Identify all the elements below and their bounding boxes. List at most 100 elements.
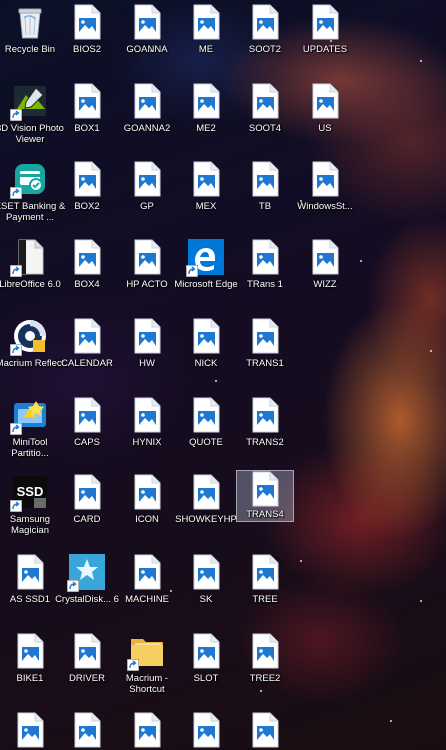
desktop-icon-macrium-shortcut[interactable]: Macrium - Shortcut [117,633,177,707]
desktop-icon-as-ssd1[interactable]: AS SSD1 [0,554,60,628]
desktop-icon-calendar[interactable]: CALENDAR [57,318,117,392]
desktop-icon-hynix[interactable]: HYNIX [117,397,177,471]
icon-label: WIZZ [313,279,337,290]
shortcut-arrow-icon [10,109,22,121]
desktop-icon-mex[interactable]: MEX [176,161,236,235]
wallpaper-star [420,600,422,602]
desktop-icon-goanna[interactable]: GOANNA [117,4,177,78]
edge-app-icon [186,239,224,277]
image-file-icon [69,397,105,433]
desktop-icon-minitool-partitio[interactable]: MiniTool Partitio... [0,397,60,471]
samsung-ssd-app-icon: SSD [10,474,48,512]
icon-label: TRANS4 [246,509,284,520]
desktop-icon-eset-banking-payment[interactable]: ESET Banking & Payment ... [0,161,65,235]
desktop-icon-box4[interactable]: BOX4 [57,239,117,313]
image-file-icon [69,633,105,669]
image-file-icon [12,712,48,748]
desktop-icon-hp-acto[interactable]: HP ACTO [117,239,177,313]
desktop-icon-untitled[interactable] [117,712,177,750]
image-file-icon [247,161,283,197]
image-file-icon [188,318,224,354]
desktop-icon-tb[interactable]: TB [235,161,295,235]
icon-label: UPDATES [302,44,348,55]
image-file-icon [129,554,165,590]
wallpaper-star [390,720,392,722]
desktop-icon-me2[interactable]: ME2 [176,83,236,157]
desktop-icon-hw[interactable]: HW [117,318,177,392]
desktop-icon-trans2[interactable]: TRANS2 [235,397,295,471]
desktop-icon-trans4[interactable]: TRANS4 [236,470,294,522]
desktop-icon-windowsst[interactable]: WindowsSt... [295,161,355,235]
desktop-icon-me[interactable]: ME [176,4,236,78]
wallpaper-star [360,260,362,262]
desktop-icon-recycle-bin[interactable]: Recycle Bin [0,4,60,78]
desktop-icon-box2[interactable]: BOX2 [57,161,117,235]
wallpaper-star [420,60,422,62]
desktop-icon-nick[interactable]: NICK [176,318,236,392]
wallpaper-star [300,560,302,562]
icon-label: TREE [252,594,278,605]
image-file-icon [69,4,105,40]
desktop-icon-tree[interactable]: TREE [235,554,295,628]
image-file-icon [129,4,165,40]
desktop-icon-macrium-reflect[interactable]: Macrium Reflect [0,318,64,392]
desktop-icon-goanna2[interactable]: GOANNA2 [117,83,177,157]
desktop-icon-machine[interactable]: MACHINE [117,554,177,628]
desktop-icon-sk[interactable]: SK [176,554,236,628]
desktop-icon-icon[interactable]: ICON [117,474,177,548]
desktop-icon-quote[interactable]: QUOTE [176,397,236,471]
image-file-icon [247,397,283,433]
image-file-icon [129,397,165,433]
desktop-icon-untitled[interactable] [57,712,117,750]
eset-app-icon [10,161,48,199]
desktop-icon-updates[interactable]: UPDATES [295,4,355,78]
desktop-icon-driver[interactable]: DRIVER [57,633,117,707]
desktop-icon-bike1[interactable]: BIKE1 [0,633,60,707]
desktop-icon-us[interactable]: US [295,83,355,157]
desktop-icon-untitled[interactable] [0,712,60,750]
image-file-icon [188,633,224,669]
desktop-icon-untitled[interactable] [235,712,295,750]
desktop-icon-soot2[interactable]: SOOT2 [235,4,295,78]
image-file-icon [129,161,165,197]
desktop-icon-card[interactable]: CARD [57,474,117,548]
desktop-icon-caps[interactable]: CAPS [57,397,117,471]
desktop-icon-3d-vision-photo-viewer[interactable]: 3D Vision Photo Viewer [0,83,64,157]
shortcut-arrow-icon [10,423,22,435]
desktop-icon-microsoft-edge[interactable]: Microsoft Edge [174,239,238,313]
image-file-icon [129,474,165,510]
image-file-icon [247,83,283,119]
image-file-icon [247,712,283,748]
image-file-icon [12,554,48,590]
shortcut-arrow-icon [67,580,79,592]
desktop-icon-slot[interactable]: SLOT [176,633,236,707]
image-file-icon [247,554,283,590]
image-file-icon [69,474,105,510]
image-file-icon [129,83,165,119]
desktop-icon-wizz[interactable]: WIZZ [295,239,355,313]
shortcut-arrow-icon [127,659,139,671]
desktop-icon-tree2[interactable]: TREE2 [235,633,295,707]
desktop-icon-showkeyhp[interactable]: SHOWKEYHP [175,474,237,548]
desktop-icon-untitled[interactable] [176,712,236,750]
icon-label: WindowsSt... [297,201,353,212]
desktop-background[interactable]: Recycle Bin BIOS2 GOANNA ME SOOT2 UPDATES 3D V… [0,0,446,750]
desktop-icon-box1[interactable]: BOX1 [57,83,117,157]
desktop-icon-bios2[interactable]: BIOS2 [57,4,117,78]
desktop-icon-trans-1[interactable]: TRans 1 [235,239,295,313]
desktop-icon-trans1[interactable]: TRANS1 [235,318,295,392]
desktop-icon-crystaldisk-6[interactable]: CrystalDisk... 6 [55,554,119,628]
desktop-icon-libreoffice-6-0[interactable]: LibreOffice 6.0 [0,239,61,313]
icon-label: TREE2 [249,673,281,684]
image-file-icon [188,397,224,433]
shortcut-arrow-icon [10,265,22,277]
shortcut-arrow-icon [10,344,22,356]
image-file-icon [247,4,283,40]
desktop-icon-samsung-magician[interactable]: SSD Samsung Magician [0,474,60,548]
image-file-icon [188,83,224,119]
desktop-icon-gp[interactable]: GP [117,161,177,235]
image-file-icon [12,633,48,669]
wallpaper-star [430,350,432,352]
desktop-icon-soot4[interactable]: SOOT4 [235,83,295,157]
shortcut-arrow-icon [186,265,198,277]
